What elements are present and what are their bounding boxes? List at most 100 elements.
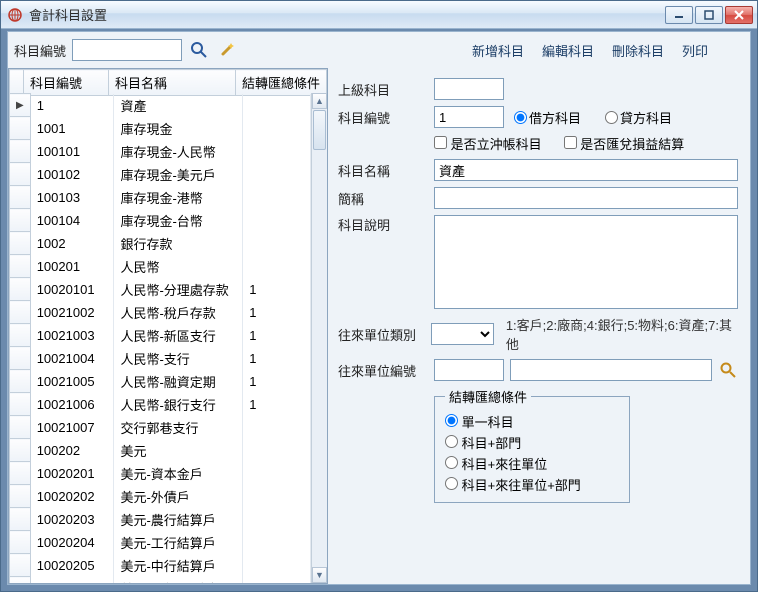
menu-add[interactable]: 新增科目 [472,41,524,60]
cell-code: 10021007 [30,416,114,439]
lookup-icon[interactable] [718,360,738,380]
cell-name: 庫存現金-港幣 [114,186,243,209]
table-row[interactable]: 10020202美元-外債戶 [10,485,311,508]
row-indicator [10,577,31,584]
table-row[interactable]: 10020101人民幣-分理處存款1 [10,278,311,301]
cell-code: 10021005 [30,370,114,393]
row-indicator [10,301,31,324]
table-row[interactable]: ▶1資產 [10,94,311,117]
summary-unit-dept-radio[interactable] [445,477,458,490]
desc-label: 科目說明 [338,215,428,234]
cell-code: 100104 [30,209,114,232]
client-area: 科目編號 新增科目 編輯科目 刪除科目 列印 [7,31,751,585]
summary-unit-dept-wrap[interactable]: 科目+來往單位+部門 [445,475,619,494]
unit-name-input[interactable] [510,359,712,381]
summary-dept-radio[interactable] [445,435,458,448]
menu-print[interactable]: 列印 [682,41,708,60]
summary-single-radio[interactable] [445,414,458,427]
minimize-button[interactable] [665,6,693,24]
debit-radio[interactable] [514,111,527,124]
window-title: 會計科目設置 [29,5,107,24]
grid-body[interactable]: ▶1資產1001庫存現金100101庫存現金-人民幣100102庫存現金-美元戶… [9,93,311,583]
table-row[interactable]: 10021005人民幣-融資定期1 [10,370,311,393]
cell-cond: 1 [243,347,311,370]
app-icon [7,7,23,23]
maximize-button[interactable] [695,6,723,24]
cell-cond [243,163,311,186]
cell-name: 美元-農行結算戶 [114,508,243,531]
table-row[interactable]: 1002銀行存款 [10,232,311,255]
cell-cond [243,485,311,508]
table-row[interactable]: 100103庫存現金-港幣 [10,186,311,209]
table-row[interactable]: 10021004人民幣-支行1 [10,347,311,370]
cell-code: 10020205 [30,554,114,577]
fx-checkbox-wrap[interactable]: 是否匯兌損益結算 [564,134,685,153]
col-name[interactable]: 科目名稱 [108,70,235,96]
cell-name: 美元-中行結算戶 [114,554,243,577]
table-row[interactable]: 100104庫存現金-台幣 [10,209,311,232]
close-button[interactable] [725,6,753,24]
window-buttons [665,6,753,24]
cell-name: 庫存現金-美元戶 [114,163,243,186]
debit-label: 借方科目 [529,108,581,127]
table-row[interactable]: 10020206美元-工行TT融資 [10,577,311,584]
cell-code: 1001 [30,117,114,140]
table-row[interactable]: 100201人民幣 [10,255,311,278]
fx-checkbox[interactable] [564,136,577,149]
table-row[interactable]: 100102庫存現金-美元戶 [10,163,311,186]
short-input[interactable] [434,187,738,209]
summary-fieldset: 結轉匯總條件 單一科目 科目+部門 科目+來往單位 科目+來往單位+部門 [434,387,630,503]
summary-unit-label: 科目+來往單位 [462,457,548,472]
table-row[interactable]: 10020201美元-資本金戶 [10,462,311,485]
table-row[interactable]: 10020203美元-農行結算戶 [10,508,311,531]
table-row[interactable]: 10021003人民幣-新區支行1 [10,324,311,347]
scroll-up-icon[interactable]: ▲ [312,93,327,109]
table-row[interactable]: 10020205美元-中行結算戶 [10,554,311,577]
parent-input[interactable] [434,78,504,100]
credit-radio[interactable] [605,111,618,124]
summary-unit-dept-label: 科目+來往單位+部門 [462,478,581,493]
unit-code-input[interactable] [434,359,504,381]
cell-code: 10020203 [30,508,114,531]
code-input[interactable] [434,106,504,128]
cell-code: 10021004 [30,347,114,370]
cell-cond [243,209,311,232]
credit-label: 貸方科目 [620,108,672,127]
offset-checkbox[interactable] [434,136,447,149]
row-indicator [10,186,31,209]
search-input[interactable] [72,39,182,61]
summary-dept-wrap[interactable]: 科目+部門 [445,433,619,452]
row-indicator [10,485,31,508]
summary-unit-radio[interactable] [445,456,458,469]
summary-unit-wrap[interactable]: 科目+來往單位 [445,454,619,473]
menu-delete[interactable]: 刪除科目 [612,41,664,60]
scroll-down-icon[interactable]: ▼ [312,567,327,583]
cell-name: 人民幣-新區支行 [114,324,243,347]
content: 科目編號 科目名稱 結轉匯總條件 ▶1資產1001庫存現金100101庫存現金-… [8,68,750,584]
col-code[interactable]: 科目編號 [23,70,108,96]
col-cond[interactable]: 結轉匯總條件 [235,70,326,96]
row-indicator [10,554,31,577]
wizard-icon[interactable] [216,39,238,61]
table-row[interactable]: 100202美元 [10,439,311,462]
scroll-thumb[interactable] [313,110,326,150]
table-row[interactable]: 1001庫存現金 [10,117,311,140]
table-row[interactable]: 100101庫存現金-人民幣 [10,140,311,163]
table-row[interactable]: 10021006人民幣-銀行支行1 [10,393,311,416]
accounts-grid[interactable]: 科目編號 科目名稱 結轉匯總條件 ▶1資產1001庫存現金100101庫存現金-… [8,68,328,584]
unit-type-select[interactable] [431,323,493,345]
cell-name: 人民幣-支行 [114,347,243,370]
offset-checkbox-wrap[interactable]: 是否立沖帳科目 [434,134,542,153]
cell-cond: 1 [243,324,311,347]
vertical-scrollbar[interactable]: ▲ ▼ [311,93,327,583]
menu-edit[interactable]: 編輯科目 [542,41,594,60]
table-row[interactable]: 10021002人民幣-稅戶存款1 [10,301,311,324]
name-input[interactable] [434,159,738,181]
search-icon[interactable] [188,39,210,61]
summary-single-wrap[interactable]: 單一科目 [445,412,619,431]
cell-name: 人民幣-稅戶存款 [114,301,243,324]
desc-textarea[interactable] [434,215,738,309]
table-row[interactable]: 10020204美元-工行結算戶 [10,531,311,554]
table-row[interactable]: 10021007交行郭巷支行 [10,416,311,439]
parent-label: 上級科目 [338,80,428,99]
